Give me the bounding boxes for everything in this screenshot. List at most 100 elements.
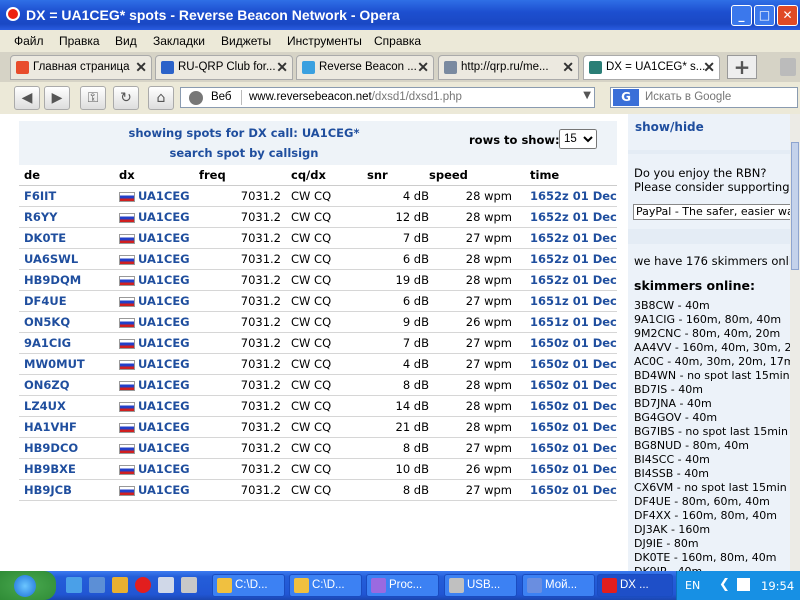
cell-de-callsign[interactable]: ON5KQ (19, 311, 119, 333)
scrollbar-thumb[interactable] (791, 142, 799, 270)
address-url[interactable]: www.reversebeacon.net/dxsd1/dxsd1.php (249, 91, 462, 103)
cell-dx-callsign[interactable]: UA1CEG (138, 231, 190, 245)
taskbar-item[interactable]: DX ... (597, 574, 673, 597)
cell-dx-callsign[interactable]: UA1CEG (138, 210, 190, 224)
cell-de-callsign[interactable]: R6YY (19, 206, 119, 228)
paypal-button[interactable]: PayPal - The safer, easier way t (633, 204, 793, 220)
tab-home[interactable]: Главная страница ✕ (10, 55, 152, 80)
tray-app-icon[interactable] (737, 578, 750, 591)
cell-de-callsign[interactable]: DK0TE (19, 227, 119, 249)
close-button[interactable]: ✕ (777, 5, 798, 26)
cell-dx-callsign[interactable]: UA1CEG (138, 462, 190, 476)
menu-file[interactable]: Файл (14, 34, 44, 48)
cell-de-callsign[interactable]: HB9DCO (19, 437, 119, 459)
cell-de-callsign[interactable]: 9A1CIG (19, 332, 119, 354)
menu-tools[interactable]: Инструменты (287, 34, 362, 48)
menu-widgets[interactable]: Виджеты (221, 34, 271, 48)
cell-time[interactable]: 1650z 01 Dec (512, 395, 617, 417)
cell-time[interactable]: 1651z 01 Dec (512, 311, 617, 333)
cell-dx-callsign[interactable]: UA1CEG (138, 420, 190, 434)
search-input[interactable] (645, 89, 775, 105)
cell-de-callsign[interactable]: HB9JCB (19, 479, 119, 501)
language-indicator[interactable]: EN (685, 579, 700, 592)
cell-dx-callsign[interactable]: UA1CEG (138, 378, 190, 392)
cell-time[interactable]: 1650z 01 Dec (512, 353, 617, 375)
cell-time[interactable]: 1650z 01 Dec (512, 374, 617, 396)
new-tab-button[interactable]: + (727, 55, 757, 79)
cell-dx-callsign[interactable]: UA1CEG (138, 336, 190, 350)
menu-help[interactable]: Справка (374, 34, 421, 48)
chevron-left-icon[interactable]: ❮ (719, 577, 730, 592)
taskbar-item[interactable]: Мой... (522, 574, 595, 597)
cell-time[interactable]: 1650z 01 Dec (512, 416, 617, 438)
cell-dx-callsign[interactable]: UA1CEG (138, 294, 190, 308)
tab-close-icon[interactable]: ✕ (135, 59, 147, 76)
forward-button[interactable]: ▶ (44, 86, 70, 110)
search-box[interactable]: G (610, 87, 798, 108)
cell-de-callsign[interactable]: LZ4UX (19, 395, 119, 417)
cell-time[interactable]: 1652z 01 Dec (512, 206, 617, 228)
cell-de-callsign[interactable]: UA6SWL (19, 248, 119, 270)
rows-select[interactable]: 15 (559, 129, 597, 149)
minimize-button[interactable]: _ (731, 5, 752, 26)
desktop-quicklaunch-icon[interactable] (89, 577, 105, 593)
chevron-down-icon[interactable]: ▼ (583, 90, 591, 101)
cell-de-callsign[interactable]: HB9BXE (19, 458, 119, 480)
cell-de-callsign[interactable]: HB9DQM (19, 269, 119, 291)
cell-de-callsign[interactable]: MW0MUT (19, 353, 119, 375)
cell-dx-callsign[interactable]: UA1CEG (138, 483, 190, 497)
tab-dx-spots[interactable]: DX = UA1CEG* s... ✕ (583, 55, 720, 80)
google-icon[interactable]: G (613, 89, 639, 106)
menu-view[interactable]: Вид (115, 34, 137, 48)
tab-close-icon[interactable]: ✕ (562, 59, 574, 76)
cell-dx-callsign[interactable]: UA1CEG (138, 252, 190, 266)
ie-quicklaunch-icon[interactable] (66, 577, 82, 593)
cell-time[interactable]: 1650z 01 Dec (512, 437, 617, 459)
cell-time[interactable]: 1650z 01 Dec (512, 458, 617, 480)
cell-time[interactable]: 1650z 01 Dec (512, 332, 617, 354)
cell-de-callsign[interactable]: F6IIT (19, 185, 119, 207)
cell-time[interactable]: 1652z 01 Dec (512, 227, 617, 249)
tab-close-icon[interactable]: ✕ (417, 59, 429, 76)
maximize-button[interactable]: □ (754, 5, 775, 26)
back-button[interactable]: ◀ (14, 86, 40, 110)
cell-dx-callsign[interactable]: UA1CEG (138, 273, 190, 287)
taskbar-item[interactable]: C:\D... (289, 574, 362, 597)
search-spot-link[interactable]: search spot by callsign (19, 146, 469, 160)
cell-dx-callsign[interactable]: UA1CEG (138, 399, 190, 413)
cell-de-callsign[interactable]: HA1VHF (19, 416, 119, 438)
tab-qrp-ru[interactable]: http://qrp.ru/me... ✕ (438, 55, 579, 80)
cell-dx-callsign[interactable]: UA1CEG (138, 441, 190, 455)
cell-time[interactable]: 1652z 01 Dec (512, 248, 617, 270)
address-bar[interactable]: Веб www.reversebeacon.net/dxsd1/dxsd1.ph… (180, 87, 595, 108)
cell-time[interactable]: 1652z 01 Dec (512, 185, 617, 207)
taskbar-item[interactable]: C:\D... (212, 574, 285, 597)
cell-dx-callsign[interactable]: UA1CEG (138, 189, 190, 203)
key-icon[interactable]: ⚿ (80, 86, 106, 110)
page-scrollbar[interactable] (790, 114, 800, 571)
clock-quicklaunch-icon[interactable] (112, 577, 128, 593)
tab-reverse-beacon[interactable]: Reverse Beacon ... ✕ (296, 55, 434, 80)
cell-de-callsign[interactable]: DF4UE (19, 290, 119, 312)
cell-time[interactable]: 1652z 01 Dec (512, 269, 617, 291)
cell-dx-callsign[interactable]: UA1CEG (138, 357, 190, 371)
show-hide-link[interactable]: show/hide (635, 120, 704, 134)
opera-quicklaunch-icon[interactable] (135, 577, 151, 593)
start-button[interactable] (0, 571, 56, 600)
trash-icon[interactable] (780, 58, 796, 76)
cell-dx-callsign[interactable]: UA1CEG (138, 315, 190, 329)
tab-close-icon[interactable]: ✕ (276, 59, 288, 76)
cell-time[interactable]: 1650z 01 Dec (512, 479, 617, 501)
home-button[interactable]: ⌂ (148, 86, 174, 110)
usb-quicklaunch-icon[interactable] (158, 577, 174, 593)
tab-close-icon[interactable]: ✕ (703, 59, 715, 76)
taskbar-item[interactable]: Proc... (366, 574, 439, 597)
cell-time[interactable]: 1651z 01 Dec (512, 290, 617, 312)
menu-edit[interactable]: Правка (59, 34, 100, 48)
tab-ru-qrp[interactable]: RU-QRP Club for... ✕ (155, 55, 293, 80)
taskbar-item[interactable]: USB... (444, 574, 517, 597)
cell-de-callsign[interactable]: ON6ZQ (19, 374, 119, 396)
list-quicklaunch-icon[interactable] (181, 577, 197, 593)
reload-button[interactable]: ↻ (113, 86, 139, 110)
menu-bookmarks[interactable]: Закладки (153, 34, 205, 48)
